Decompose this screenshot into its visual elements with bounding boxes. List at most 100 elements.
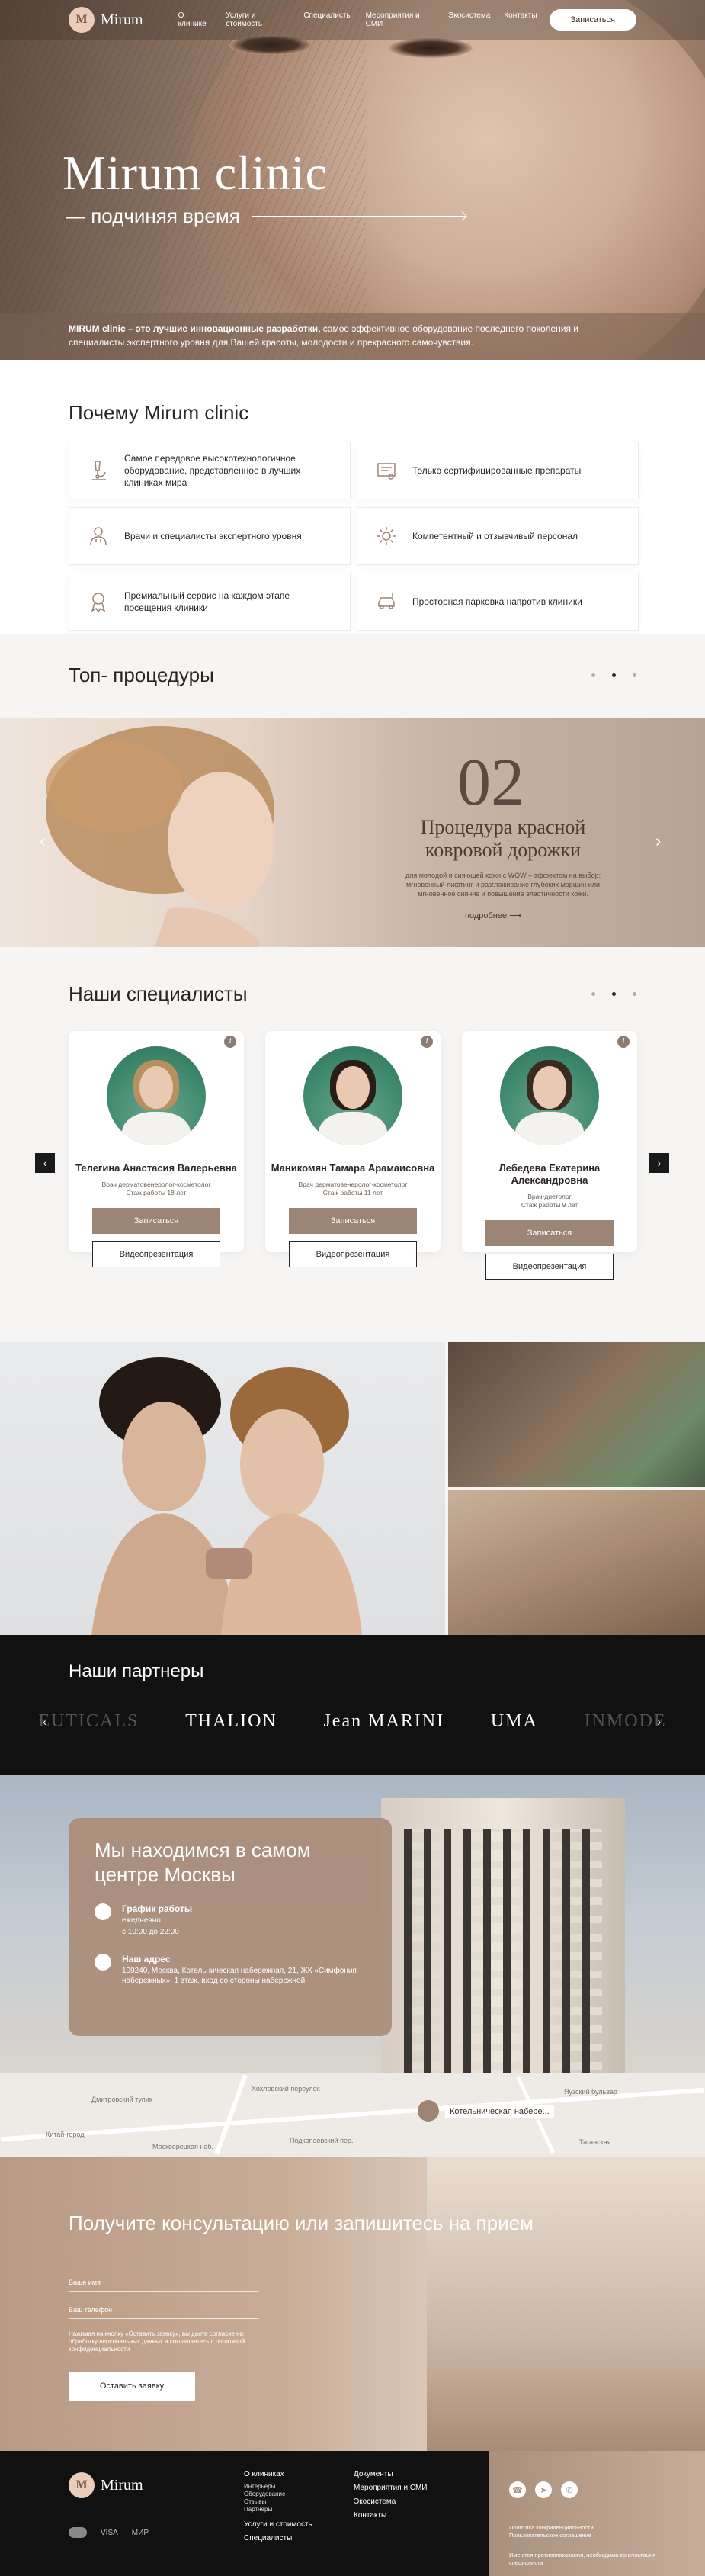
why-text: Самое передовое высокотехнологичное обор… [124,453,301,488]
hero-desc-bold: MIRUM clinic – это лучшие инновационные … [69,323,321,334]
slider-dot-active[interactable] [612,673,616,677]
contraindications-note: Имеются противопоказания, необходима кон… [509,2552,656,2566]
partner-logo[interactable]: Jean MARINI [323,1711,444,1732]
location-section: Мы находимся в самом центре Москвы Графи… [0,1775,705,2073]
map-label: Таганская [579,2138,611,2146]
specialist-role: Врач дерматовенеролог-косметолог Стаж раб… [69,1180,244,1197]
specialists-next-icon[interactable]: › [649,1153,669,1173]
nav-item-about[interactable]: О клинике [178,11,213,28]
hero-subtitle: — подчиняя время [66,204,240,227]
footer-link[interactable]: Документы [354,2469,427,2480]
specialist-name: Лебедева Екатерина Александровна [498,1162,601,1186]
why-card: Просторная парковка напротив клиники [357,573,639,631]
why-card: Только сертифицированные препараты [357,442,639,499]
specialist-name: Маникомян Тамара Арамаисовна [271,1162,435,1174]
specialist-exp: Стаж работы 9 лет [521,1201,578,1209]
video-button[interactable]: Видеопрезентация [289,1241,417,1267]
logo[interactable]: M Mirum [69,7,143,33]
hero-subtitle-row: — подчиняя время [66,204,466,228]
partner-logo[interactable]: THALION [185,1711,277,1732]
logo-mark: M [69,2472,95,2498]
partner-logo[interactable]: INMODE [585,1711,667,1732]
telegram-icon[interactable]: ➤ [535,2481,552,2498]
procedure-name: Процедура красной ковровой дорожки [420,816,586,861]
specialist-role-text: Врач дерматовенеролог-косметолог [101,1180,211,1188]
specialists-header: Наши специалисты [69,982,636,1006]
map-label: Подкопаевский пер. [290,2137,354,2144]
footer-sublink[interactable]: Отзывы [244,2498,312,2506]
nav-item-contacts[interactable]: Контакты [504,11,537,28]
gallery-interior-image-1 [448,1342,705,1487]
why-card: Врачи и специалисты экспертного уровня [69,507,351,565]
consult-section: Получите консультацию или запишитесь на … [0,2157,705,2451]
book-button[interactable]: Записаться [485,1220,614,1246]
nav-item-events[interactable]: Мероприятия и СМИ [366,11,434,28]
hero-description: MIRUM clinic – это лучшие инновационные … [0,313,705,360]
procedure-more-link[interactable]: подробнее ⟶ [465,911,521,920]
avatar-coat [319,1112,387,1145]
whatsapp-icon[interactable]: ✆ [561,2481,578,2498]
video-button[interactable]: Видеопрезентация [92,1241,220,1267]
video-button[interactable]: Видеопрезентация [485,1254,614,1280]
why-card: Премиальный сервис на каждом этапе посещ… [69,573,351,631]
privacy-link[interactable]: Политика конфиденциальности [509,2524,662,2532]
nav-links: О клинике Услуги и стоимость Специалисты… [178,11,537,28]
slider-dot[interactable] [633,673,636,677]
partner-logo[interactable]: UMA [491,1711,538,1732]
location-card: Мы находимся в самом центре Москвы Графи… [69,1818,392,2036]
slider-dot-active[interactable] [612,992,616,996]
footer-link[interactable]: Мероприятия и СМИ [354,2483,427,2494]
footer-link[interactable]: О клиниках [244,2469,312,2480]
nav-item-specialists[interactable]: Специалисты [303,11,351,28]
nav-item-ecosystem[interactable]: Экосистема [448,11,490,28]
footer-legal: Политика конфиденциальности Пользователь… [509,2524,662,2567]
book-button[interactable]: Записаться [92,1208,220,1234]
avatar-head [336,1066,370,1109]
slider-dot[interactable] [591,992,595,996]
signup-button[interactable]: Записаться [549,9,636,31]
procedures-dots [591,673,636,677]
consent-note: Нажимая на кнопку «Оставить заявку», вы … [69,2330,245,2353]
procedures-title: Топ- процедуры [69,663,214,686]
footer-logo[interactable]: M Mirum [69,2472,143,2498]
footer-sublink[interactable]: Оборудование [244,2491,312,2498]
map[interactable]: Дмитровский тупик Китай-город Хохловский… [0,2073,705,2157]
map-pin-icon[interactable] [418,2100,439,2122]
why-text: Компетентный и отзывчивый персонал [412,531,578,541]
slider-dot[interactable] [591,673,595,677]
footer-link[interactable]: Экосистема [354,2497,427,2507]
footer-sublink[interactable]: Интерьеры [244,2483,312,2491]
why-text: Просторная парковка напротив клиники [412,596,582,607]
partner-logo[interactable]: EUTICALS [38,1711,139,1732]
slider-dot[interactable] [633,992,636,996]
info-icon[interactable]: i [421,1036,433,1048]
specialist-card: i Маникомян Тамара Арамаисовна Врач дерм… [265,1031,441,1267]
slide-next-icon[interactable]: › [655,831,661,851]
footer-link[interactable]: Услуги и стоимость [244,2520,312,2530]
footer-link[interactable]: Специалисты [244,2533,312,2544]
nav-item-services[interactable]: Услуги и стоимость [226,11,290,28]
phone-icon[interactable]: ☎ [509,2481,526,2498]
book-button[interactable]: Записаться [289,1208,417,1234]
specialists-dots [591,992,636,996]
footer-sublink[interactable]: Партнеры [244,2506,312,2513]
info-icon[interactable]: i [617,1036,630,1048]
page: M Mirum О клинике Услуги и стоимость Спе… [0,0,705,2576]
footer-link[interactable]: Контакты [354,2510,427,2521]
info-icon[interactable]: i [224,1036,236,1048]
terms-link[interactable]: Пользовательское соглашение [509,2532,662,2539]
top-nav: M Mirum О клинике Услуги и стоимость Спе… [0,0,705,40]
submit-button[interactable]: Оставить заявку [69,2372,195,2401]
why-title: Почему Mirum clinic [69,401,249,424]
avatar [107,1046,206,1145]
specialist-card: i Лебедева Екатерина Александровна Врач-… [462,1031,637,1280]
why-card: Компетентный и отзывчивый персонал [357,507,639,565]
procedure-number: 02 [457,746,524,820]
phone-field[interactable]: Ваш телефон [69,2306,259,2319]
footer: M Mirum VISA МИР О клиниках Интерьеры Об… [0,2451,705,2576]
name-field[interactable]: Ваше имя [69,2279,259,2292]
slide-prev-icon[interactable]: ‹ [40,831,45,851]
specialists-prev-icon[interactable]: ‹ [35,1153,55,1173]
payment-methods: VISA МИР [69,2527,149,2538]
hero-title: Mirum clinic [62,146,328,200]
